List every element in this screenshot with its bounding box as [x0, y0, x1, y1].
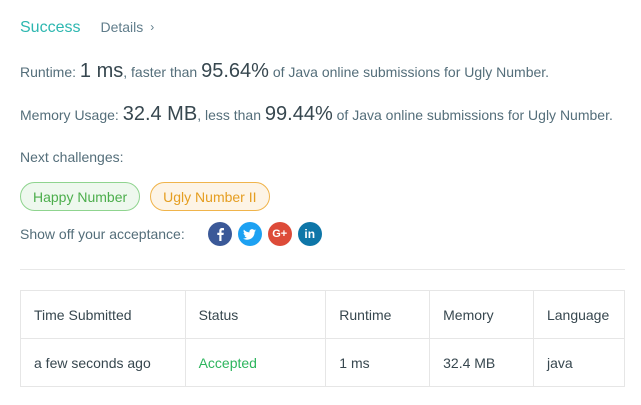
- share-label: Show off your acceptance:: [20, 226, 185, 242]
- column-header-runtime: Runtime: [325, 290, 431, 339]
- memory-middle: , less than: [197, 107, 265, 123]
- runtime-suffix: of Java online submissions for Ugly Numb…: [268, 64, 550, 80]
- details-label: Details: [100, 19, 144, 35]
- runtime-middle: , faster than: [123, 64, 202, 80]
- cell-time-submitted: a few seconds ago: [20, 338, 186, 387]
- twitter-icon[interactable]: [237, 222, 262, 246]
- cell-status-link[interactable]: Accepted: [184, 338, 327, 387]
- runtime-prefix: Runtime:: [20, 64, 80, 80]
- share-row: Show off your acceptance: G+ in: [20, 222, 328, 246]
- table-header-row: Time Submitted Status Runtime Memory Lan…: [20, 290, 626, 339]
- details-link[interactable]: Details ›: [100, 19, 154, 35]
- linkedin-icon[interactable]: in: [297, 222, 322, 246]
- memory-value: 32.4 MB: [122, 103, 198, 125]
- challenge-tag-happy-number[interactable]: Happy Number: [20, 182, 141, 211]
- chevron-right-icon: ›: [150, 20, 155, 34]
- runtime-value: 1 ms: [79, 60, 124, 82]
- column-header-memory: Memory: [429, 290, 534, 339]
- next-challenges-label: Next challenges:: [20, 149, 124, 165]
- submission-header: Success Details ›: [20, 19, 154, 37]
- submissions-table: Time Submitted Status Runtime Memory Lan…: [20, 290, 626, 387]
- memory-prefix: Memory Usage:: [20, 107, 123, 123]
- challenge-tag-ugly-number-ii[interactable]: Ugly Number II: [150, 182, 270, 211]
- column-header-status: Status: [184, 290, 327, 339]
- status-title: Success: [20, 19, 81, 36]
- memory-stat: Memory Usage: 32.4 MB, less than 99.44% …: [20, 103, 613, 126]
- memory-percent: 99.44%: [264, 103, 333, 125]
- runtime-stat: Runtime: 1 ms, faster than 95.64% of Jav…: [20, 60, 549, 83]
- cell-language: java: [532, 338, 626, 387]
- table-row: a few seconds ago Accepted 1 ms 32.4 MB …: [20, 338, 626, 387]
- next-challenges-list: Happy Number Ugly Number II: [20, 182, 280, 211]
- facebook-icon[interactable]: [207, 222, 232, 246]
- cell-memory: 32.4 MB: [429, 338, 534, 387]
- column-header-language: Language: [532, 290, 626, 339]
- google-plus-icon[interactable]: G+: [267, 222, 292, 246]
- cell-runtime: 1 ms: [325, 338, 431, 387]
- section-divider: [20, 269, 625, 270]
- runtime-percent: 95.64%: [201, 60, 269, 82]
- column-header-time: Time Submitted: [20, 290, 186, 339]
- memory-suffix: of Java online submissions for Ugly Numb…: [332, 107, 613, 123]
